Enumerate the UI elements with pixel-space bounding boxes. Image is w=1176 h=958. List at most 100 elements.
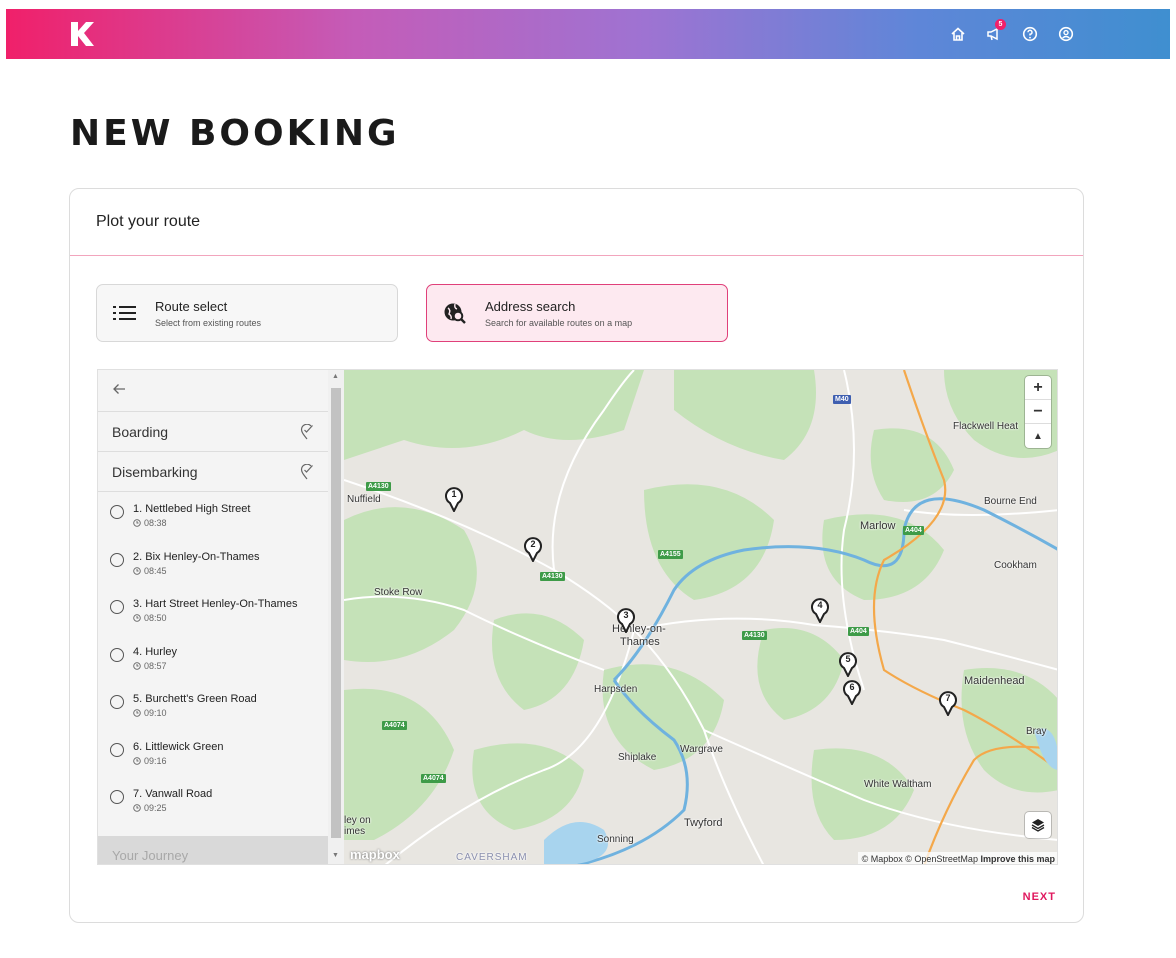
stop-item[interactable]: 3. Hart Street Henley-On-Thames 08:50	[98, 591, 328, 639]
route-map[interactable]: Nuffield Stoke Row Henley-on- Thames Har…	[344, 370, 1057, 864]
notification-badge: 5	[995, 19, 1006, 30]
scroll-up-arrow[interactable]: ▲	[332, 373, 339, 380]
stop-time-row: 08:57	[133, 661, 177, 671]
clock-icon	[133, 709, 141, 717]
stop-time: 08:50	[144, 613, 167, 623]
map-pin-stop-1[interactable]: 1	[444, 486, 464, 514]
disembarking-label: Disembarking	[112, 463, 198, 480]
map-label-town: Bray	[1026, 726, 1047, 737]
map-pin-stop-6[interactable]: 6	[842, 679, 862, 707]
improve-map-link[interactable]: Improve this map	[980, 854, 1055, 864]
stop-name: 1. Nettlebed High Street	[133, 503, 251, 515]
disembarking-section[interactable]: Disembarking	[98, 452, 328, 492]
option-title: Route select	[155, 298, 228, 314]
layers-button[interactable]	[1025, 812, 1051, 838]
map-pin-number: 2	[530, 539, 536, 549]
compass-button[interactable]: ▲	[1025, 424, 1051, 448]
map-base-layer	[344, 370, 1057, 864]
map-pin-number: 3	[623, 610, 629, 620]
route-select-option[interactable]: Route select Select from existing routes	[96, 284, 398, 342]
stop-item[interactable]: 5. Burchett's Green Road 09:10	[98, 686, 328, 734]
mapbox-logo[interactable]: mapbox	[350, 847, 400, 862]
map-pin-stop-7[interactable]: 7	[938, 690, 958, 718]
list-icon	[111, 299, 139, 327]
location-check-icon	[300, 423, 313, 439]
page-title: NEW BOOKING	[70, 113, 400, 154]
stop-name: 5. Burchett's Green Road	[133, 693, 257, 705]
clock-icon	[133, 614, 141, 622]
stop-radio[interactable]	[110, 695, 124, 709]
stop-radio[interactable]	[110, 742, 124, 757]
option-subtitle: Search for available routes on a map	[485, 317, 633, 328]
stop-name: 6. Littlewick Green	[133, 740, 224, 753]
stop-time: 08:57	[144, 660, 167, 671]
k-logo-icon[interactable]	[66, 19, 96, 49]
clock-icon	[133, 756, 141, 765]
stop-radio[interactable]	[110, 790, 124, 804]
map-pin-number: 1	[451, 489, 457, 499]
stop-item[interactable]: 6. Littlewick Green 09:16	[98, 734, 328, 782]
map-label-town: Stoke Row	[374, 587, 423, 598]
back-button[interactable]	[98, 370, 328, 412]
clock-icon	[133, 566, 141, 575]
stop-name: 4. Hurley	[133, 645, 178, 658]
map-road-label: A4130	[366, 482, 391, 491]
map-road-label: A404	[903, 526, 924, 535]
stop-item[interactable]: 2. Bix Henley-On-Thames 08:45	[98, 544, 328, 592]
stop-time: 09:10	[144, 708, 167, 718]
stop-radio[interactable]	[110, 505, 124, 519]
map-pin-stop-5[interactable]: 5	[838, 651, 858, 679]
map-label-town: Cookham	[994, 560, 1037, 571]
map-label-town: Marlow	[860, 520, 896, 532]
scroll-down-arrow[interactable]: ▼	[332, 852, 339, 859]
stop-time-row: 09:25	[133, 803, 212, 813]
scroll-thumb[interactable]	[331, 388, 341, 838]
clock-icon	[133, 519, 141, 527]
stop-time: 08:45	[144, 565, 167, 576]
map-label-town: Sonning	[597, 834, 634, 845]
map-label-town: Nuffield	[347, 494, 381, 505]
home-icon[interactable]	[940, 22, 976, 46]
stop-time-row: 08:45	[133, 566, 260, 576]
map-road-label: A4130	[742, 631, 767, 640]
stop-name: 7. Vanwall Road	[133, 788, 213, 800]
stop-item[interactable]: 4. Hurley 08:57	[98, 639, 328, 687]
map-pin-stop-4[interactable]: 4	[810, 597, 830, 625]
your-journey-section[interactable]: Your Journey	[98, 836, 328, 864]
stop-time-row: 09:10	[133, 708, 257, 718]
megaphone-icon[interactable]: 5	[976, 19, 1012, 46]
map-label-town: Shiplake	[618, 752, 657, 763]
map-label-town: ley on	[344, 815, 371, 826]
next-button[interactable]: NEXT	[1023, 891, 1056, 903]
map-label-town: Twyford	[684, 817, 723, 829]
map-label-town: White Waltham	[864, 779, 932, 790]
map-road-label: M40	[833, 395, 851, 404]
stop-radio[interactable]	[110, 552, 124, 567]
map-pin-stop-2[interactable]: 2	[523, 536, 543, 564]
boarding-label: Boarding	[112, 423, 169, 440]
stop-radio[interactable]	[110, 647, 124, 662]
location-check-icon	[300, 463, 313, 479]
stops-list: 1. Nettlebed High Street 08:38 2. Bix Henl…	[98, 492, 328, 829]
stop-item[interactable]: 7. Vanwall Road 09:25	[98, 781, 328, 829]
map-label-town: Maidenhead	[964, 675, 1025, 687]
zoom-out-button[interactable]: −	[1025, 400, 1051, 424]
route-card: Plot your route Route select Select from…	[69, 188, 1084, 923]
attribution-text[interactable]: © Mapbox © OpenStreetMap	[862, 854, 978, 864]
stop-name: 3. Hart Street Henley-On-Thames	[133, 598, 298, 610]
zoom-in-button[interactable]: +	[1025, 376, 1051, 400]
help-icon[interactable]	[1012, 22, 1048, 46]
map-road-label: A404	[848, 627, 869, 636]
map-pin-stop-3[interactable]: 3	[616, 607, 636, 635]
account-icon[interactable]	[1048, 22, 1084, 46]
stop-radio[interactable]	[110, 600, 124, 614]
boarding-section[interactable]: Boarding	[98, 412, 328, 452]
map-road-label: A4074	[421, 774, 446, 783]
stop-item[interactable]: 1. Nettlebed High Street 08:38	[98, 496, 328, 544]
stop-time: 08:38	[144, 518, 167, 528]
zoom-controls: + − ▲	[1025, 376, 1051, 448]
map-label-town: CAVERSHAM	[456, 852, 528, 863]
map-label-town: Wargrave	[680, 744, 723, 755]
panel-scrollbar[interactable]: ▲ ▼	[328, 370, 344, 864]
address-search-option[interactable]: Address search Search for available rout…	[426, 284, 728, 342]
